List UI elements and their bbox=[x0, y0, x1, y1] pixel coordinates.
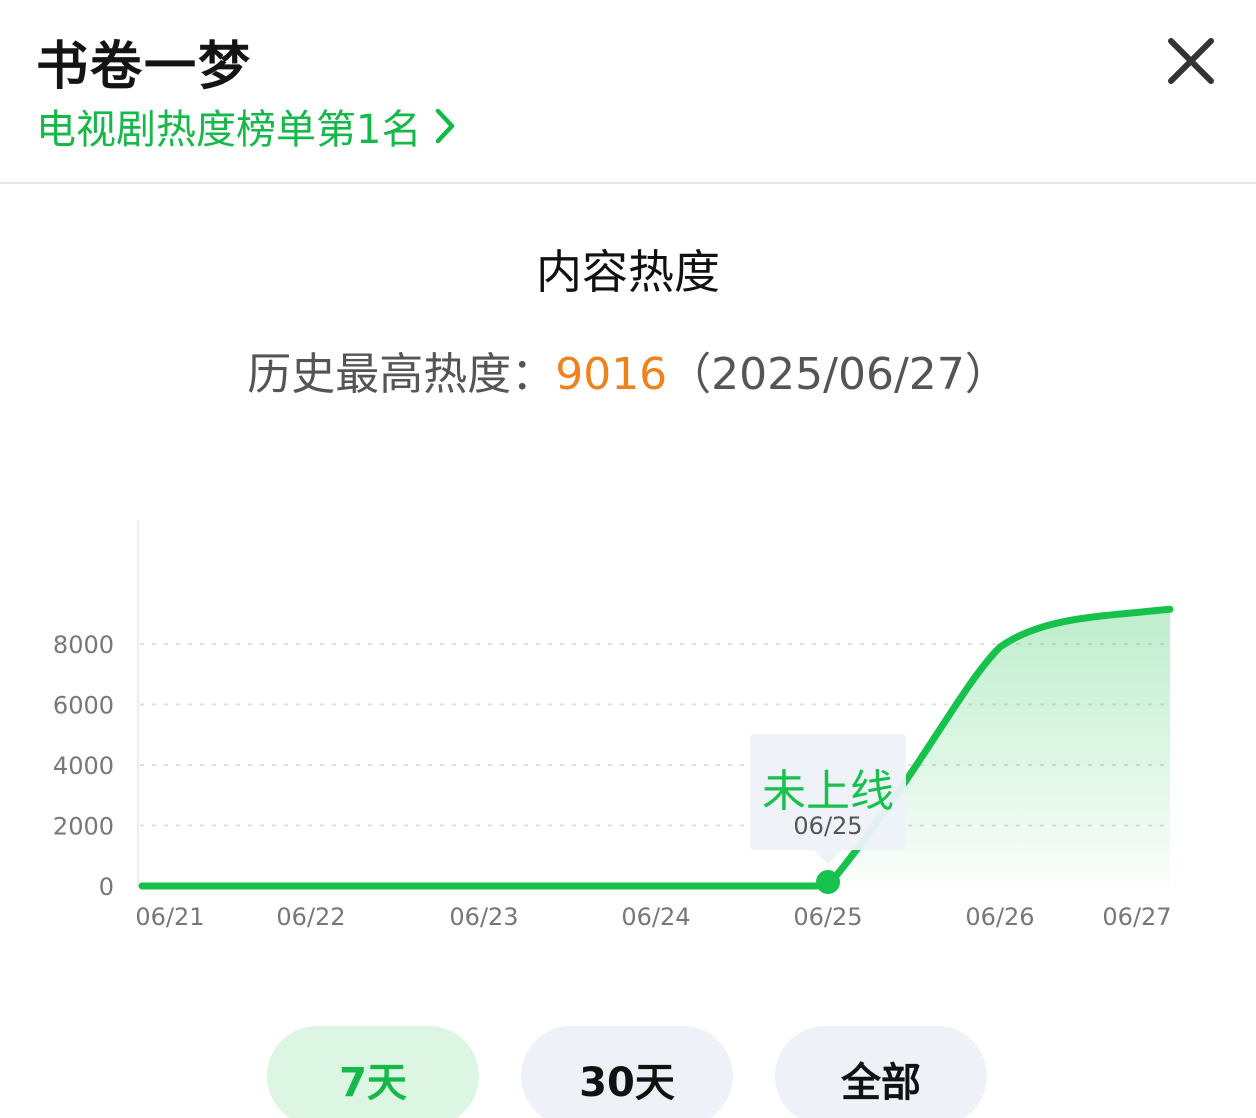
y-tick-label: 8000 bbox=[53, 631, 114, 659]
close-icon[interactable] bbox=[1160, 30, 1222, 92]
tooltip-date: 06/25 bbox=[793, 812, 862, 840]
chart-tooltip: 未上线 06/25 bbox=[750, 734, 906, 864]
highlight-point bbox=[816, 870, 840, 894]
tooltip-pointer bbox=[814, 850, 842, 864]
show-title: 书卷一梦 bbox=[36, 37, 253, 97]
tab-30-days[interactable]: 30天 bbox=[521, 1026, 733, 1118]
heat-area bbox=[142, 609, 1170, 886]
range-tabs: 7天 30天 全部 bbox=[0, 1026, 1256, 1118]
tab-all[interactable]: 全部 bbox=[775, 1026, 987, 1118]
x-tick-label: 06/24 bbox=[621, 903, 690, 931]
rank-text: 电视剧热度榜单第1名 bbox=[36, 107, 422, 153]
rank-link[interactable]: 电视剧热度榜单第1名 bbox=[36, 98, 457, 154]
x-tick-label: 06/27 bbox=[1102, 903, 1171, 931]
tab-7-days[interactable]: 7天 bbox=[267, 1026, 479, 1118]
heat-chart: 02000400060008000 06/21 06/22 06/23 06/24 06… bbox=[53, 520, 1174, 931]
tooltip-status: 未上线 bbox=[762, 766, 894, 817]
header: 书卷一梦 电视剧热度榜单第1名 bbox=[0, 0, 1256, 184]
heat-title: 内容热度 bbox=[536, 245, 720, 299]
y-tick-label: 4000 bbox=[53, 752, 114, 780]
x-tick-label: 06/22 bbox=[276, 903, 345, 931]
chevron-right-icon bbox=[435, 108, 457, 144]
record-label: 历史最高热度： bbox=[247, 349, 556, 400]
y-tick-label: 6000 bbox=[53, 692, 114, 720]
y-tick-labels: 0 2000 4000 6000 8000 bbox=[53, 631, 114, 901]
x-tick-label: 06/25 bbox=[793, 903, 862, 931]
x-tick-label: 06/26 bbox=[965, 903, 1034, 931]
x-tick-label: 06/21 bbox=[135, 903, 204, 931]
record-value: 9016 bbox=[555, 349, 668, 400]
x-tick-label: 06/23 bbox=[449, 903, 518, 931]
y-tick-label: 2000 bbox=[53, 813, 114, 841]
record-date: （2025/06/27） bbox=[667, 349, 1009, 400]
record-line: 历史最高热度：9016（2025/06/27） bbox=[0, 338, 1256, 402]
y-tick-label: 0 bbox=[99, 873, 114, 901]
x-tick-labels: 06/21 06/22 06/23 06/24 06/25 06/26 06/27 bbox=[135, 903, 1171, 931]
divider bbox=[0, 182, 1256, 184]
